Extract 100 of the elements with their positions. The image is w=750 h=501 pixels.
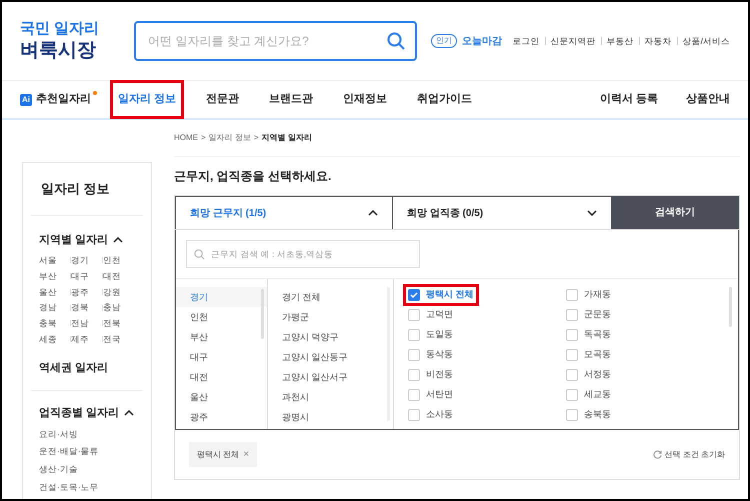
region-link[interactable]: 인천 [103,254,121,267]
job-link[interactable]: 요리·서빙 [39,428,135,440]
region-link[interactable]: 경북 [71,301,89,314]
nav-tab[interactable]: 취업가이드 [412,83,478,116]
city-item[interactable]: 가평군 [268,307,393,327]
city-item[interactable]: 고양시 일산서구 [268,367,393,387]
breadcrumb-link[interactable]: 일자리 정보 [208,132,251,144]
scrollbar[interactable] [261,289,264,339]
breadcrumb-link[interactable]: HOME [174,132,198,144]
section-heading[interactable]: 역세권 일자리 [31,346,143,391]
district-label[interactable]: 고덕면 [426,308,453,322]
nav-tab[interactable]: 인재정보 [338,83,392,116]
top-link[interactable]: 부동산 [606,34,634,48]
chevron-up-icon [368,210,378,216]
province-item[interactable]: 대전 [176,367,267,387]
deadline-link[interactable]: 오늘마감 [462,34,502,48]
district-label[interactable]: 송북동 [584,408,611,422]
location-search-field[interactable]: 근무지 검색 예 : 서초동,역삼동 [186,240,420,268]
region-link[interactable]: 제주 [71,332,89,346]
check-icon [410,292,418,298]
selected-tag: 평택시 전체 × [189,442,258,467]
top-link[interactable]: 상품/서비스 [682,34,730,48]
region-link[interactable]: 대전 [103,270,121,282]
breadcrumb-link[interactable]: 지역별 일자리 [262,132,312,144]
checkbox[interactable] [408,309,420,321]
ai-icon: Ai [20,94,32,106]
top-link[interactable]: 신문지역판 [550,34,596,48]
section-heading[interactable]: 지역별 일자리 [39,232,108,248]
checkbox[interactable] [566,329,578,341]
province-item[interactable]: 부산 [176,327,267,347]
region-link[interactable]: 충남 [103,301,121,314]
region-link[interactable]: 세종 [39,332,57,346]
province-item[interactable]: 울산 [176,387,267,407]
district-label[interactable]: 소사동 [426,408,453,422]
location-tab[interactable]: 희망 근무지 (1/5) [175,196,393,229]
district-label[interactable]: 동삭동 [426,348,453,362]
district-label[interactable]: 비전동 [426,368,453,382]
reset-button[interactable]: 선택 조건 초기화 [652,448,725,460]
job-link[interactable]: 생산·기술 [39,463,135,476]
province-item[interactable]: 대구 [176,347,267,367]
nav-link[interactable]: 상품안내 [686,91,730,108]
city-item[interactable]: 경기 전체 [268,287,393,307]
top-link[interactable]: 로그인 [512,34,540,48]
nav-link[interactable]: 이력서 등록 [600,91,658,108]
city-item[interactable]: 고양시 덕양구 [268,327,393,347]
city-item[interactable]: 광명시 [268,407,393,427]
region-link[interactable]: 강원 [103,286,121,298]
checkbox[interactable] [566,369,578,381]
checkbox[interactable] [408,409,420,421]
chevron-down-icon [587,210,597,216]
nav-tab[interactable]: 추천일자리 [36,91,91,108]
region-link[interactable]: 전북 [103,317,121,330]
checkbox[interactable] [408,289,420,301]
district-label[interactable]: 평택시 전체 [426,288,474,302]
district-label[interactable]: 도일동 [426,328,453,342]
scrollbar[interactable] [729,287,732,327]
district-label[interactable]: 군문동 [584,308,611,322]
checkbox[interactable] [566,349,578,361]
checkbox[interactable] [566,289,578,301]
site-logo[interactable]: 국민 일자리 벼룩시장 [20,20,100,62]
section-heading[interactable]: 업직종별 일자리 [39,405,120,422]
region-link[interactable]: 부산 [39,270,57,282]
district-label[interactable]: 세교동 [584,388,611,402]
district-label[interactable]: 독곡동 [584,328,611,342]
nav-tab[interactable]: 일자리 정보 [113,83,182,116]
nav-tab[interactable]: 전문관 [201,83,244,116]
region-link[interactable]: 광주 [71,286,89,298]
province-item[interactable]: 광주 [176,407,267,427]
job-link[interactable]: 건설·토목·노무 [39,480,135,494]
checkbox[interactable] [408,349,420,361]
region-link[interactable]: 대구 [71,270,89,282]
region-link[interactable]: 울산 [39,286,57,298]
checkbox[interactable] [408,369,420,381]
checkbox[interactable] [408,329,420,341]
district-label[interactable]: 서정동 [584,368,611,382]
region-link[interactable]: 서울 [39,254,57,267]
city-item[interactable]: 과천시 [268,387,393,407]
region-link[interactable]: 전국 [103,332,121,346]
district-label[interactable]: 모곡동 [584,348,611,362]
region-link[interactable]: 경남 [39,301,57,314]
nav-tab[interactable]: 브랜드관 [264,83,318,116]
checkbox[interactable] [408,389,420,401]
checkbox[interactable] [566,389,578,401]
checkbox[interactable] [566,309,578,321]
job-link[interactable]: 운전·배달·물류 [39,445,135,458]
district-label[interactable]: 서탄면 [426,388,453,402]
region-link[interactable]: 전남 [71,317,89,330]
search-button[interactable]: 검색하기 [611,196,739,229]
search-icon[interactable] [387,32,406,50]
chevron-up-icon [113,236,124,243]
province-item[interactable]: 인천 [176,307,267,327]
top-link[interactable]: 자동차 [644,34,672,48]
chevron-up-icon [124,410,134,416]
checkbox[interactable] [566,409,578,421]
district-label[interactable]: 가재동 [584,288,611,302]
province-item[interactable]: 경기 [176,287,267,307]
search-field[interactable]: 어떤 일자리를 찾고 계신가요? [134,21,418,61]
region-link[interactable]: 경기 [71,254,89,267]
region-link[interactable]: 충북 [39,317,57,330]
city-item[interactable]: 고양시 일산동구 [268,347,393,367]
